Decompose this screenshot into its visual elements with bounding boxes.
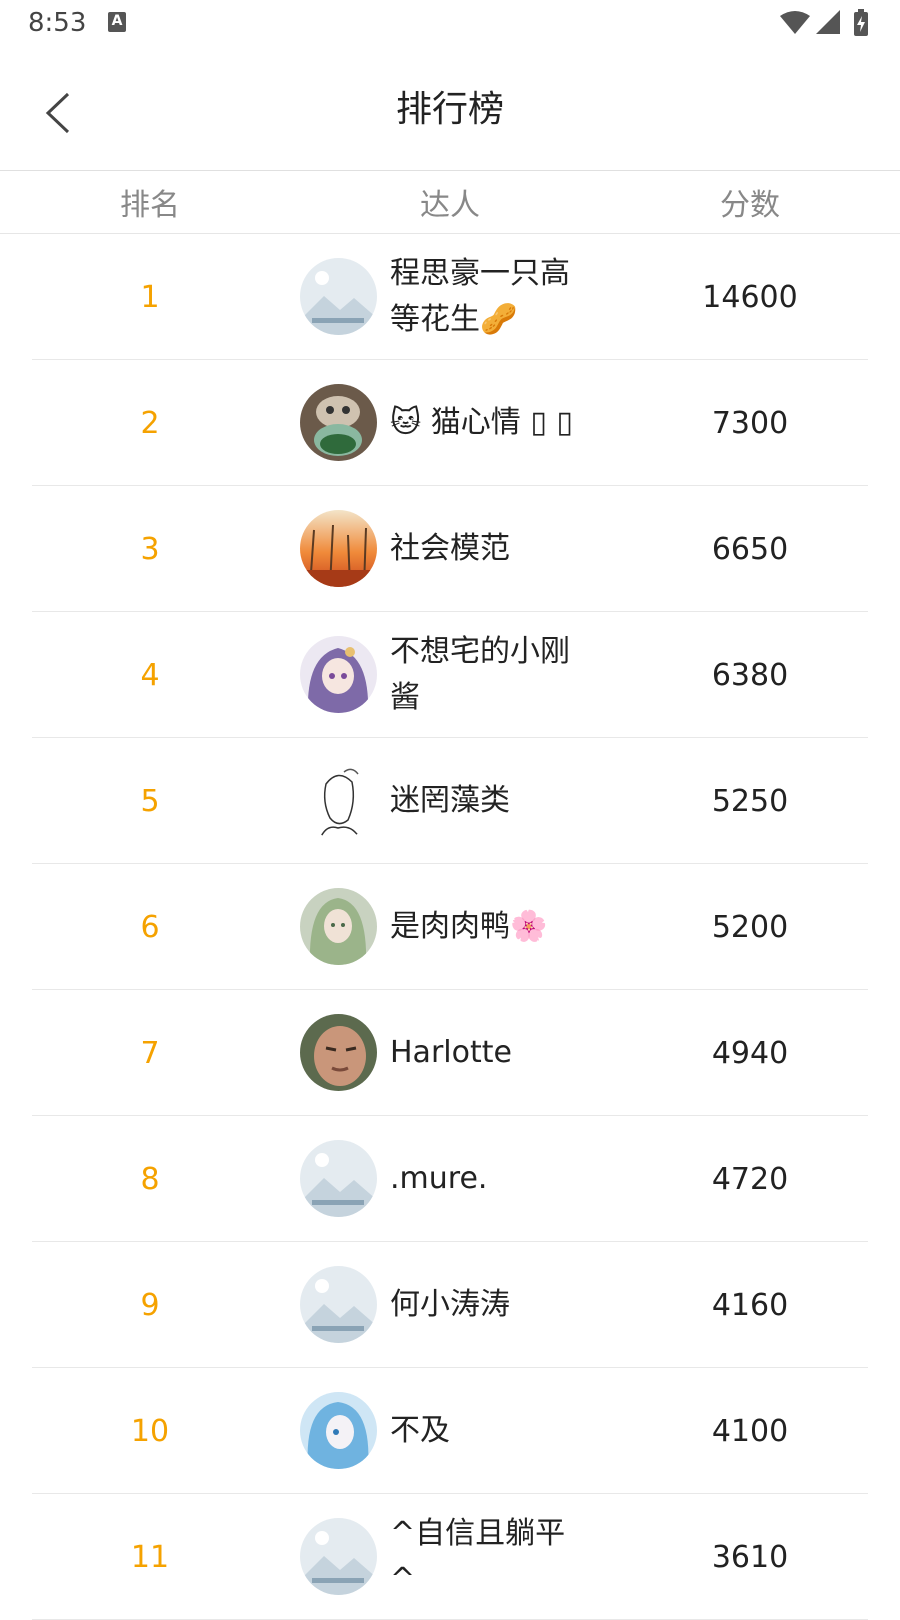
user-name: 何小涛涛 (390, 1287, 510, 1322)
score-value: 5250 (711, 783, 789, 819)
cat-photo-icon (300, 384, 377, 461)
green-hair-girl-icon (300, 888, 377, 965)
user-name: 🐱 猫心情 ▯ ▯ (390, 405, 573, 440)
table-row[interactable]: 10 不及 4100 (0, 1368, 900, 1494)
battery-icon (854, 9, 868, 36)
user-name: ^自信且躺平^ (390, 1516, 566, 1597)
user-name: 程思豪一只高等花生🥜 (390, 256, 570, 337)
sketch-portrait-icon (300, 762, 377, 839)
avatar[interactable] (300, 1014, 377, 1091)
avatar[interactable] (300, 258, 377, 335)
wifi-icon (780, 11, 810, 34)
rank-number: 5 (140, 783, 160, 819)
score-value: 7300 (711, 405, 789, 441)
rank-number: 10 (130, 1413, 170, 1449)
rank-number: 8 (140, 1161, 160, 1197)
table-row[interactable]: 9 何小涛涛 4160 (0, 1242, 900, 1368)
header-score: 分数 (720, 188, 780, 223)
table-row[interactable]: 1 程思豪一只高等花生🥜 14600 (0, 234, 900, 360)
rank-number: 9 (140, 1287, 160, 1323)
status-bar: 8:53 A (0, 0, 900, 48)
placeholder-image-icon (300, 1140, 377, 1217)
leaderboard-list: 1 程思豪一只高等花生🥜 14600 2 🐱 猫心情 ▯ ▯ 7 300 3 社会… (0, 234, 900, 1620)
table-row[interactable]: 2 🐱 猫心情 ▯ ▯ 7300 (0, 360, 900, 486)
score-value: 4940 (711, 1035, 789, 1071)
signal-icon (816, 10, 840, 34)
back-arrow-icon (45, 92, 70, 134)
avatar[interactable] (300, 1518, 377, 1595)
user-name: .mure. (390, 1161, 488, 1196)
table-row[interactable]: 11 ^自信且躺平^ 3610 (0, 1494, 900, 1620)
notification-icon: A (108, 12, 126, 32)
blue-anime-avatar-icon (300, 1392, 377, 1469)
status-icons (778, 8, 874, 40)
avatar[interactable] (300, 636, 377, 713)
rank-number: 2 (140, 405, 160, 441)
score-value: 6380 (711, 657, 789, 693)
table-row[interactable]: 5 迷罔藻类 5250 (0, 738, 900, 864)
user-name: 迷罔藻类 (390, 783, 510, 818)
avatar[interactable] (300, 888, 377, 965)
placeholder-image-icon (300, 1266, 377, 1343)
anime-avatar-icon (300, 636, 377, 713)
toolbar: 排行榜 (0, 58, 900, 168)
table-header: 排名 达人 分数 (0, 171, 900, 234)
avatar[interactable] (300, 1266, 377, 1343)
page-title: 排行榜 (395, 89, 504, 130)
status-time: 8:53 (28, 8, 87, 38)
rank-number: 11 (130, 1539, 170, 1575)
rank-number: 3 (140, 531, 160, 567)
avatar[interactable] (300, 510, 377, 587)
score-value: 5200 (711, 909, 789, 945)
table-row[interactable]: 3 社会模范 6650 (0, 486, 900, 612)
score-value: 14600 (702, 279, 798, 315)
score-value: 6650 (711, 531, 789, 567)
score-value: 4100 (711, 1413, 789, 1449)
user-name: 是肉肉鸭🌸 (390, 909, 548, 944)
avatar[interactable] (300, 762, 377, 839)
sunset-photo-icon (300, 510, 377, 587)
placeholder-image-icon (300, 1518, 377, 1595)
score-value: 4160 (711, 1287, 789, 1323)
score-value: 4720 (711, 1161, 789, 1197)
header-rank: 排名 (120, 188, 180, 223)
table-row[interactable]: 7 Harlotte 4940 (0, 990, 900, 1116)
table-row[interactable]: 6 是肉肉鸭🌸 5200 (0, 864, 900, 990)
rank-number: 6 (140, 909, 160, 945)
face-photo-icon (300, 1014, 377, 1091)
avatar[interactable] (300, 384, 377, 461)
table-row[interactable]: 8 .mure. 4720 (0, 1116, 900, 1242)
user-name: Harlotte (390, 1035, 512, 1070)
placeholder-image-icon (300, 258, 377, 335)
rank-number: 4 (140, 657, 160, 693)
back-button[interactable] (40, 86, 84, 140)
avatar[interactable] (300, 1392, 377, 1469)
user-name: 不及 (390, 1413, 450, 1448)
user-name: 社会模范 (390, 531, 510, 566)
rank-number: 7 (140, 1035, 160, 1071)
header-user: 达人 (420, 188, 480, 223)
user-name: 不想宅的小刚酱 (390, 634, 570, 715)
table-row[interactable]: 4 不想宅的小刚酱 6380 (0, 612, 900, 738)
rank-number: 1 (140, 279, 160, 315)
avatar[interactable] (300, 1140, 377, 1217)
score-value: 3610 (711, 1539, 789, 1575)
